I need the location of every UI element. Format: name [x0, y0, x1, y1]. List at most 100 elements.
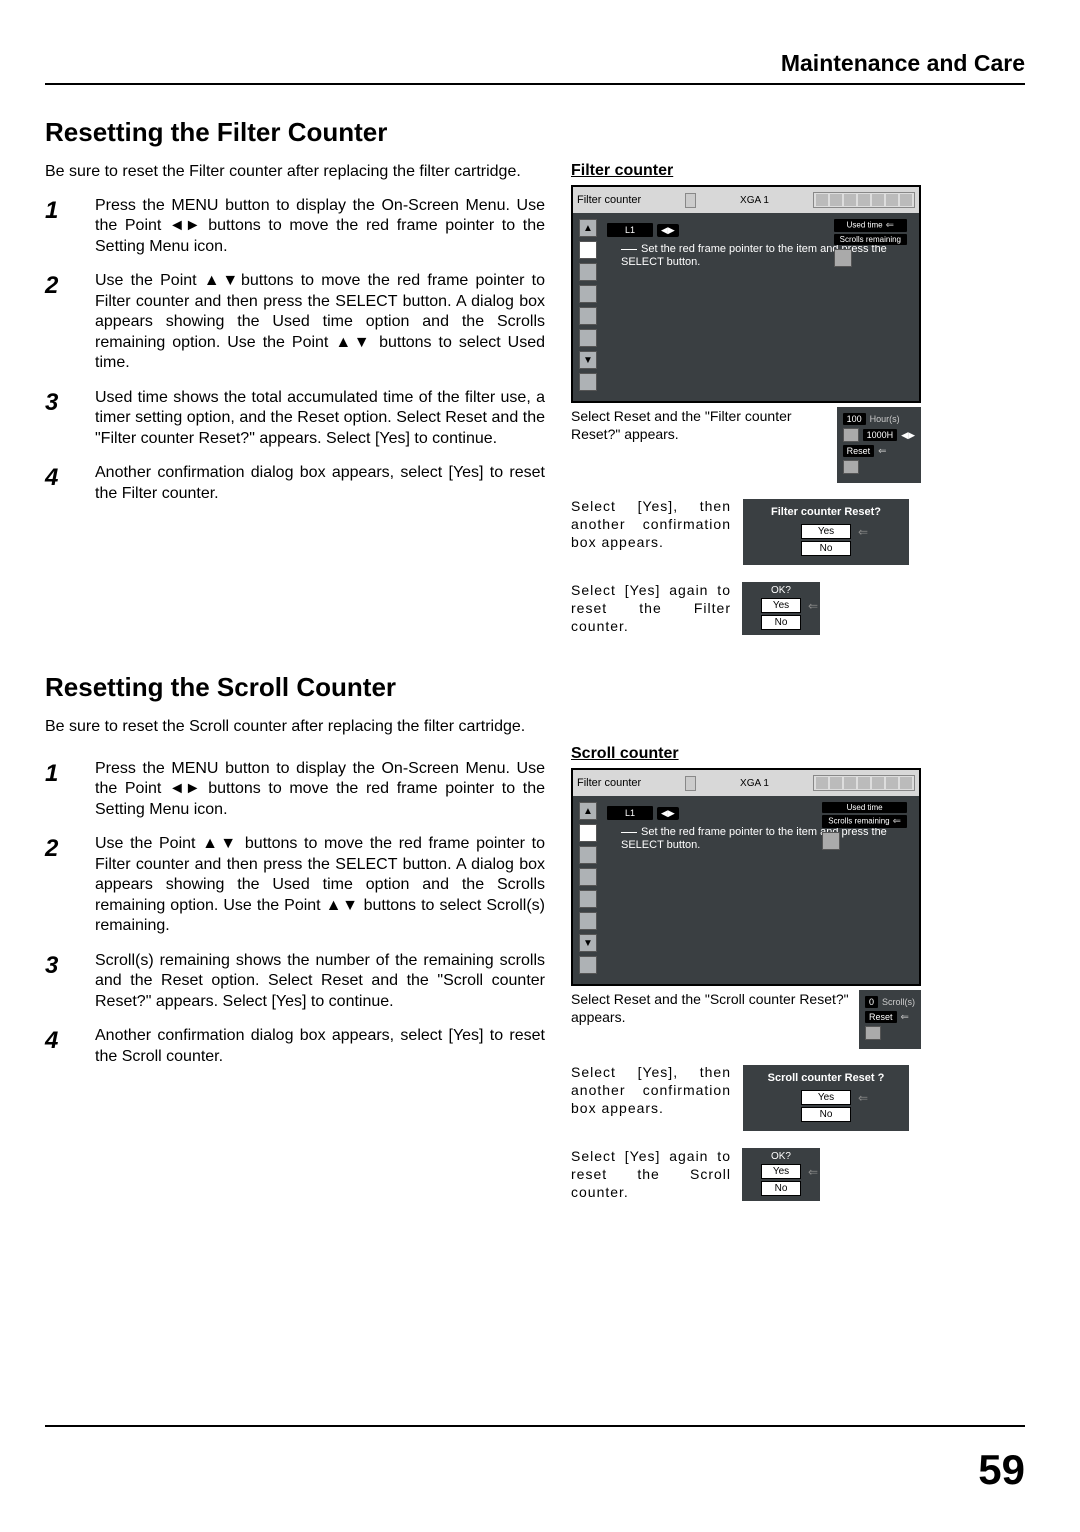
triangle-down-icon: ▼ [579, 351, 597, 369]
caption2-3: Select [Yes] again to reset the Scroll c… [571, 1147, 731, 1202]
caption1-3: Select [Yes] again to reset the Filter c… [571, 581, 731, 636]
arrow-left-icon: ⇐ [808, 599, 818, 613]
icon [579, 890, 597, 908]
section1-intro: Be sure to reset the Filter counter afte… [45, 162, 545, 182]
icon [579, 329, 597, 347]
arrow-icon: ◀▶ [901, 430, 915, 441]
fan-icon [579, 824, 597, 842]
yes-button[interactable]: Yes⇐ [761, 1164, 801, 1179]
step-num: 4 [45, 1026, 95, 1067]
arrow-left-icon: ⇐ [901, 1012, 909, 1023]
step1-3: Used time shows the total accumulated ti… [95, 388, 545, 449]
osd-title: Filter counter [577, 194, 641, 206]
step1-4: Another confirmation dialog box appears,… [95, 463, 545, 504]
arrow-icon: ◀▶ [657, 807, 679, 820]
section2-title: Resetting the Scroll Counter [45, 672, 1025, 703]
no-button[interactable]: No [801, 1107, 851, 1122]
step-num: 1 [45, 759, 95, 820]
osd-opt2: Scrolls remaining [834, 234, 907, 245]
value: 0 [865, 996, 878, 1008]
unit: Hour(s) [870, 414, 900, 424]
step1-2: Use the Point ▲▼buttons to move the red … [95, 271, 545, 373]
no-button[interactable]: No [761, 615, 801, 630]
caption1-2: Select [Yes], then another confirmation … [571, 497, 731, 552]
reset-label: Reset [865, 1011, 897, 1023]
step1-1: Press the MENU button to display the On-… [95, 196, 545, 257]
step-num: 3 [45, 388, 95, 449]
dialog4: OK? Yes⇐ No [741, 1147, 821, 1202]
osd-opt2: Scrolls remaining [828, 817, 889, 826]
icon [579, 912, 597, 930]
arrow-left-icon: ⇐ [858, 1091, 868, 1105]
dialog3-title: Scroll counter Reset ? [750, 1072, 902, 1084]
step-num: 3 [45, 951, 95, 1012]
section1-title: Resetting the Filter Counter [45, 117, 1025, 148]
fig1-title: Filter counter [571, 162, 921, 180]
osd-toolbar [813, 192, 915, 208]
icon [579, 373, 597, 391]
osd1: Filter counter XGA 1 ▲ ▼ [571, 185, 921, 403]
osd-toolbar [813, 775, 915, 791]
osd-mode: XGA 1 [740, 778, 769, 789]
caption2-1: Select Reset and the "Scroll counter Res… [571, 990, 853, 1026]
clock-icon [843, 428, 859, 442]
yes-button[interactable]: Yes⇐ [801, 524, 851, 539]
osd-icon [685, 776, 696, 791]
arrow-icon: ◀▶ [657, 224, 679, 237]
menu-item: L1 [607, 223, 653, 237]
dialog1: Filter counter Reset? Yes⇐ No [741, 497, 911, 567]
step2-1: Press the MENU button to display the On-… [95, 759, 545, 820]
dialog1-title: Filter counter Reset? [750, 506, 902, 518]
osd2: Filter counter XGA 1 ▲ ▼ [571, 768, 921, 986]
osd-mode: XGA 1 [740, 195, 769, 206]
triangle-down-icon: ▼ [579, 934, 597, 952]
no-button[interactable]: No [761, 1181, 801, 1196]
step-num: 2 [45, 834, 95, 936]
icon [579, 263, 597, 281]
step2-3: Scroll(s) remaining shows the number of … [95, 951, 545, 1012]
setting: 1000H [863, 429, 898, 441]
icon [579, 868, 597, 886]
osd-sidebar: ▲ ▼ [579, 802, 599, 974]
step2-4: Another confirmation dialog box appears,… [95, 1026, 545, 1067]
yes-button[interactable]: Yes⇐ [761, 598, 801, 613]
step-num: 2 [45, 271, 95, 373]
dialog2: OK? Yes⇐ No [741, 581, 821, 636]
status-box1: 100 Hour(s) 1000H◀▶ Reset⇐ [837, 407, 921, 483]
icon [579, 285, 597, 303]
dialog2-title: OK? [745, 585, 817, 596]
triangle-up-icon: ▲ [579, 802, 597, 820]
arrow-left-icon: ⇐ [808, 1165, 818, 1179]
value: 100 [843, 413, 866, 425]
chapter-title: Maintenance and Care [45, 50, 1025, 77]
triangle-up-icon: ▲ [579, 219, 597, 237]
step2-2: Use the Point ▲▼ buttons to move the red… [95, 834, 545, 936]
osd-icon [685, 193, 696, 208]
icon [579, 846, 597, 864]
arrow-left-icon: ⇐ [858, 525, 868, 539]
icon [579, 956, 597, 974]
caption2-2: Select [Yes], then another confirmation … [571, 1063, 731, 1118]
chapter-header: Maintenance and Care [45, 50, 1025, 85]
frame-icon [822, 832, 840, 850]
osd-sidebar: ▲ ▼ [579, 219, 599, 391]
osd-title: Filter counter [577, 777, 641, 789]
step-num: 1 [45, 196, 95, 257]
status-box2: 0 Scroll(s) Reset ⇐ [859, 990, 921, 1049]
dialog3: Scroll counter Reset ? Yes⇐ No [741, 1063, 911, 1133]
osd-opt1: Used time [847, 221, 883, 230]
menu-item: L1 [607, 806, 653, 820]
osd-opt1: Used time [822, 802, 907, 813]
unit: Scroll(s) [882, 997, 915, 1007]
fig2-title: Scroll counter [571, 745, 921, 763]
fan-icon [579, 241, 597, 259]
dialog4-title: OK? [745, 1151, 817, 1162]
frame-icon [843, 460, 859, 474]
icon [579, 307, 597, 325]
yes-button[interactable]: Yes⇐ [801, 1090, 851, 1105]
reset-label: Reset [843, 445, 875, 457]
arrow-left-icon: ⇐ [878, 446, 886, 457]
arrow-left-icon: ⇐ [893, 816, 901, 827]
page-number: 59 [978, 1446, 1025, 1494]
no-button[interactable]: No [801, 541, 851, 556]
